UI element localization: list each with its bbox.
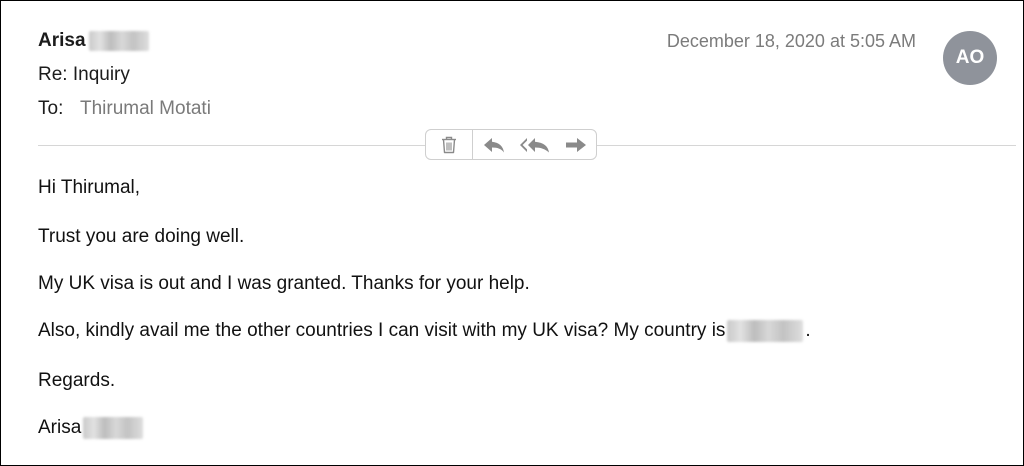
email-date: December 18, 2020 at 5:05 AM — [666, 31, 916, 51]
avatar-initials: AO — [955, 47, 985, 68]
recipient-row: To: Thirumal Motati — [38, 98, 211, 120]
reply-all-icon — [519, 136, 551, 154]
signature-name: Arisa — [38, 417, 82, 438]
reply-icon — [482, 136, 506, 154]
email-greeting: Hi Thirumal, — [38, 177, 141, 198]
message-action-toolbar — [425, 129, 597, 160]
forward-button[interactable] — [556, 130, 596, 159]
sender-avatar[interactable]: AO — [943, 31, 997, 85]
signature-surname-redacted — [83, 417, 144, 439]
email-signature: Arisa — [38, 417, 144, 439]
sender: Arisa — [38, 30, 149, 52]
country-redacted — [727, 320, 804, 342]
email-subject: Re: Inquiry — [38, 64, 130, 85]
delete-button[interactable] — [426, 130, 473, 159]
question-text: Also, kindly avail me the other countrie… — [38, 320, 726, 341]
email-body-question: Also, kindly avail me the other countrie… — [38, 320, 811, 342]
email-message-view: Arisa Re: Inquiry To: Thirumal Motati De… — [0, 0, 1024, 466]
email-body-line: My UK visa is out and I was granted. Tha… — [38, 273, 530, 294]
email-body-line: Trust you are doing well. — [38, 226, 245, 247]
to-label: To: — [38, 98, 64, 119]
reply-all-button[interactable] — [514, 130, 556, 159]
recipient-name[interactable]: Thirumal Motati — [80, 98, 211, 120]
forward-icon — [564, 136, 588, 154]
reply-button[interactable] — [473, 130, 515, 159]
sender-surname-redacted — [88, 31, 149, 51]
email-closing: Regards. — [38, 370, 116, 391]
trash-icon — [440, 135, 458, 155]
sender-name[interactable]: Arisa — [38, 30, 86, 52]
question-end: . — [805, 320, 811, 341]
